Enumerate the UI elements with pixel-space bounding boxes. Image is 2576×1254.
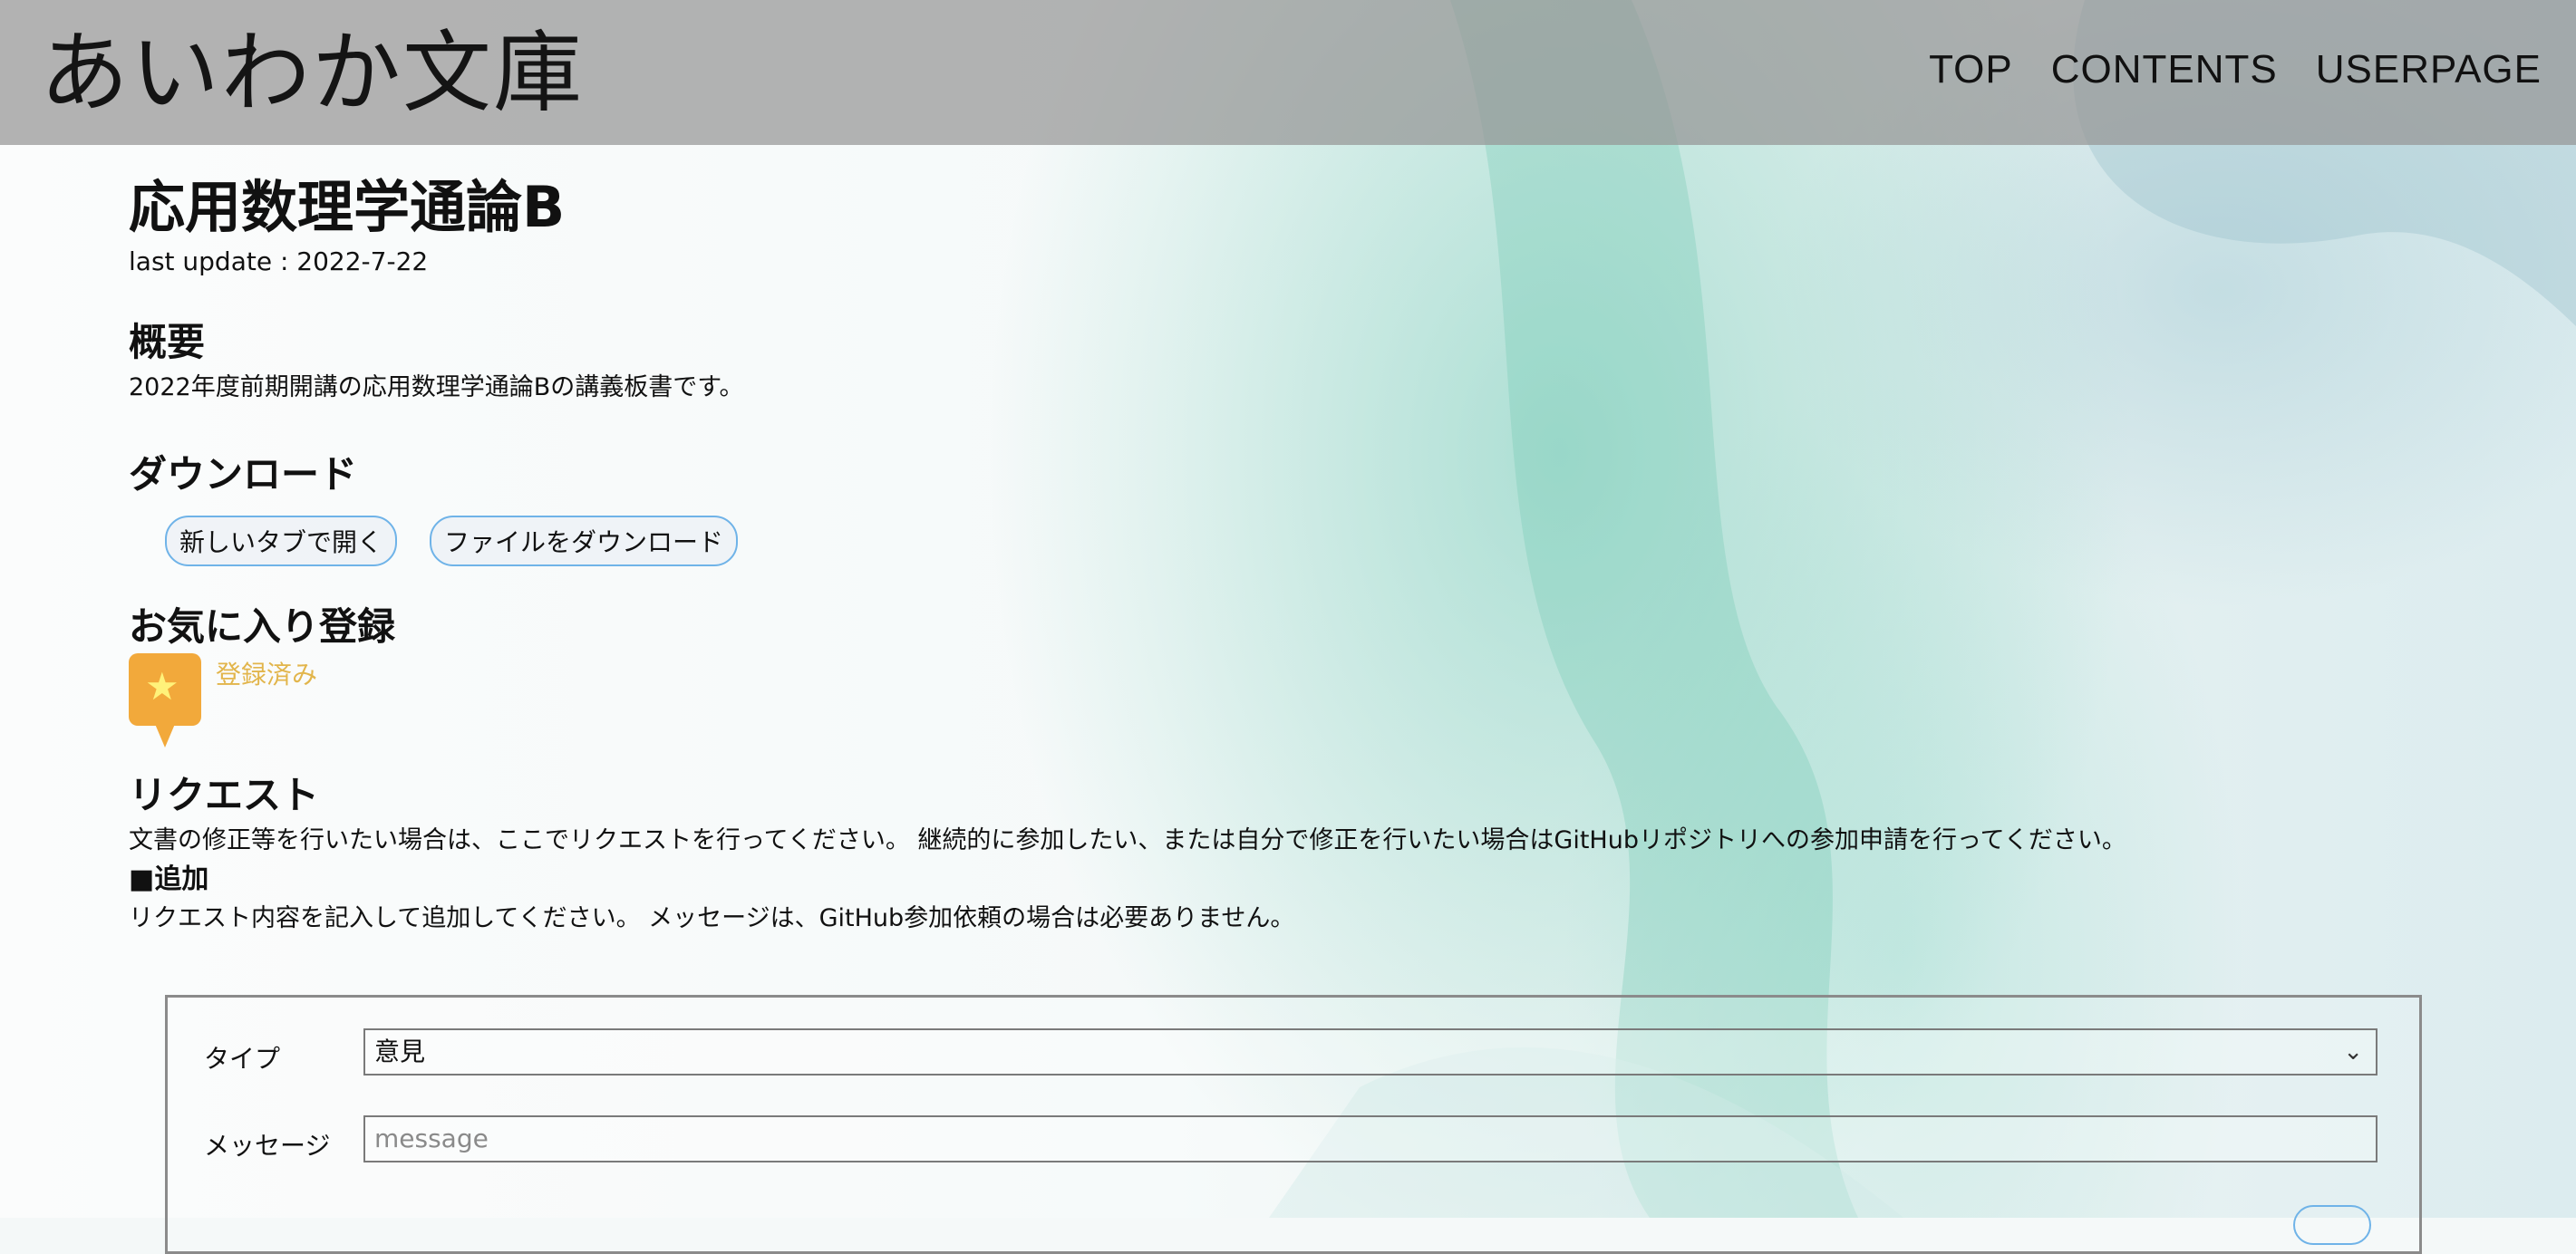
download-heading: ダウンロード [129,452,358,497]
type-label: タイプ [204,1044,281,1074]
type-select-value: 意見 [374,1037,426,1066]
page-title: 応用数理学通論B [129,174,566,240]
download-buttons: 新しいタブで開く ファイルをダウンロード [129,516,2467,566]
request-add-heading: ■追加 [129,863,209,895]
last-update: last update : 2022-7-22 [129,246,429,276]
main-content: 応用数理学通論B last update : 2022-7-22 概要 2022… [129,170,2467,938]
favorite-toggle[interactable]: ★ [129,653,201,748]
chevron-down-icon: ⌄ [2343,1038,2363,1066]
nav-contents[interactable]: CONTENTS [2051,47,2278,92]
nav-userpage[interactable]: USERPAGE [2316,47,2542,92]
favorite-heading: お気に入り登録 [129,604,396,649]
favorite-section: ★ 登録済み [129,653,2467,749]
request-form: タイプ 意見 ⌄ メッセージ message [165,995,2422,1254]
message-placeholder: message [374,1124,489,1153]
message-input[interactable]: message [363,1115,2377,1162]
request-description: 文書の修正等を行いたい場合は、ここでリクエストを行ってください。 継続的に参加し… [129,826,2126,854]
site-header: あいわか文庫 TOP CONTENTS USERPAGE [0,0,2576,145]
request-add-text: リクエスト内容を記入して追加してください。 メッセージは、GitHub参加依頼の… [129,904,1295,932]
overview-text: 2022年度前期開講の応用数理学通論Bの講義板書です。 [129,373,744,401]
nav-top[interactable]: TOP [1929,47,2013,92]
main-nav: TOP CONTENTS USERPAGE [1929,47,2542,92]
open-new-tab-button[interactable]: 新しいタブで開く [165,516,398,566]
site-title[interactable]: あいわか文庫 [40,24,584,123]
favorite-status: 登録済み [216,660,318,690]
download-file-button[interactable]: ファイルをダウンロード [430,516,739,566]
type-select[interactable]: 意見 ⌄ [363,1028,2377,1076]
star-icon: ★ [145,664,179,709]
overview-heading: 概要 [129,320,206,364]
add-request-button[interactable] [2293,1205,2371,1245]
message-label: メッセージ [204,1131,331,1161]
request-heading: リクエスト [129,773,320,817]
